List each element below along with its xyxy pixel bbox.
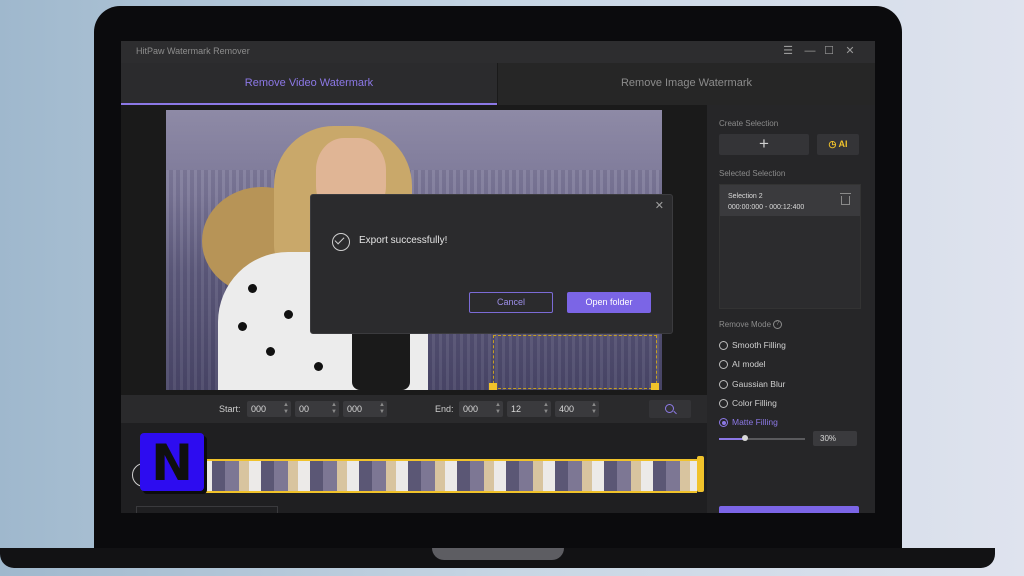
start-ms-field[interactable]: 000 ▲ ▼ — [343, 401, 387, 417]
export-dialog: ✕ Export successfully! Cancel Open folde… — [310, 194, 673, 334]
selected-selection-label: Selected Selection — [719, 169, 786, 178]
export-button[interactable] — [719, 506, 859, 513]
tab-remove-video[interactable]: Remove Video Watermark — [121, 63, 497, 105]
dialog-message: Export successfully! — [359, 235, 448, 246]
maximize-icon[interactable]: ☐ — [822, 44, 836, 58]
end-ms-field[interactable]: 400 ▲ ▼ — [555, 401, 599, 417]
timeline-end-handle[interactable] — [697, 456, 704, 492]
timeline: N — [121, 423, 707, 513]
app-window: HitPaw Watermark Remover ☰ — ☐ ✕ Remove … — [121, 41, 875, 513]
watermark-selection-box[interactable] — [493, 335, 657, 389]
list-item[interactable]: Selection 2 000:00:000 - 000:12:400 — [720, 185, 860, 216]
check-circle-icon — [332, 233, 350, 251]
opacity-percent-field[interactable]: 30% — [813, 431, 857, 446]
selection-name: Selection 2 — [728, 193, 763, 200]
start-minutes-field[interactable]: 00 ▲ ▼ — [295, 401, 339, 417]
open-folder-button[interactable]: Open folder — [567, 292, 651, 313]
letter-badge: N — [140, 433, 204, 492]
app-title: HitPaw Watermark Remover — [136, 46, 250, 56]
close-icon[interactable]: ✕ — [843, 44, 857, 58]
slider-fill — [719, 438, 745, 440]
shirt-dot — [238, 322, 247, 331]
opacity-slider[interactable] — [719, 435, 805, 441]
settings-panel: Create Selection + ◷ AI Selected Selecti… — [707, 105, 875, 513]
minimize-icon[interactable]: — — [803, 44, 817, 58]
start-label: Start: — [219, 404, 241, 414]
menu-icon[interactable]: ☰ — [781, 44, 795, 58]
dialog-close-icon[interactable]: ✕ — [655, 199, 664, 212]
selection-handle[interactable] — [651, 383, 659, 390]
ai-button[interactable]: ◷ AI — [817, 134, 859, 155]
zoom-icon[interactable] — [649, 400, 691, 418]
selection-list: Selection 2 000:00:000 - 000:12:400 — [719, 184, 861, 309]
shirt-dot — [266, 347, 275, 356]
filmstrip[interactable] — [176, 459, 697, 493]
title-bar: HitPaw Watermark Remover ☰ — ☐ ✕ — [121, 41, 875, 63]
shirt-dot — [314, 362, 323, 371]
slider-knob[interactable] — [741, 435, 748, 441]
cancel-button[interactable]: Cancel — [469, 292, 553, 313]
shirt-dot — [284, 310, 293, 319]
tab-remove-image[interactable]: Remove Image Watermark — [498, 63, 875, 103]
end-hours-field[interactable]: 000 ▲ ▼ — [459, 401, 503, 417]
start-hours-field[interactable]: 000 ▲ ▼ — [247, 401, 291, 417]
create-selection-label: Create Selection — [719, 119, 779, 128]
time-range-row: Start: 000 ▲ ▼ 00 ▲ ▼ 000 ▲ ▼ End: 000 ▲ ▼ 12 ▲ ▼ … — [121, 395, 707, 423]
end-label: End: — [435, 404, 454, 414]
tab-bar: Remove Video Watermark Remove Image Wate… — [121, 63, 875, 105]
ai-icon: ◷ — [828, 139, 839, 149]
selection-range: 000:00:000 - 000:12:400 — [728, 204, 805, 211]
end-minutes-field[interactable]: 12 ▲ ▼ — [507, 401, 551, 417]
trash-icon[interactable] — [840, 193, 851, 205]
selection-handle[interactable] — [489, 383, 497, 390]
laptop-notch — [432, 548, 564, 560]
help-icon[interactable]: ? — [773, 320, 783, 330]
add-selection-button[interactable]: + — [719, 134, 809, 155]
remove-mode-label: Remove Mode? — [719, 320, 783, 330]
shirt-dot — [248, 284, 257, 293]
bottom-ghost-button[interactable] — [136, 506, 278, 513]
